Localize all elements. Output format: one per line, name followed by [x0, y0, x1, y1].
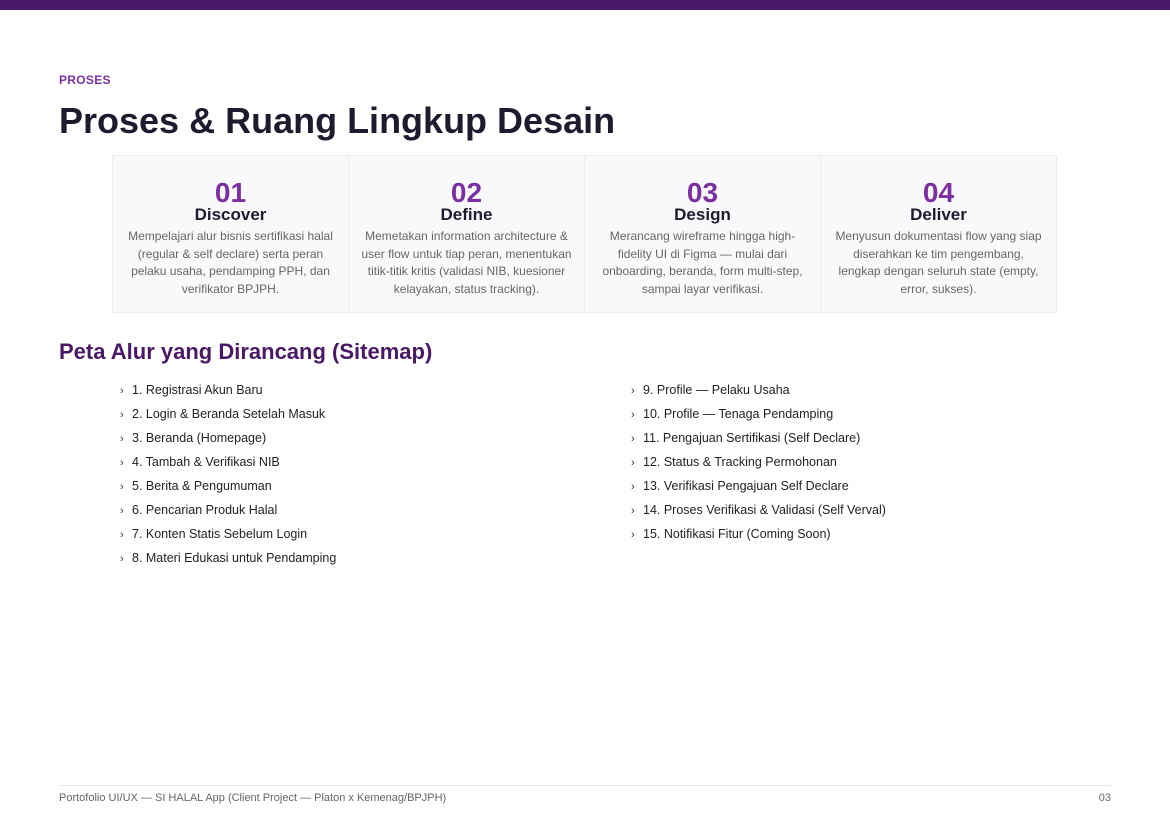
sitemap-item: › 3. Beranda (Homepage) — [120, 427, 336, 451]
step-card-discover: 01 Discover Mempelajari alur bisnis sert… — [113, 156, 349, 312]
section-eyebrow: PROSES — [59, 73, 111, 87]
step-card-design: 03 Design Merancang wireframe hingga hig… — [585, 156, 821, 312]
step-number: 03 — [686, 177, 719, 208]
chevron-right-icon: › — [120, 433, 124, 445]
chevron-right-icon: › — [120, 505, 124, 517]
chevron-right-icon: › — [631, 385, 635, 397]
step-description: Merancang wireframe hingga high-fidelity… — [602, 229, 803, 296]
chevron-right-icon: › — [120, 385, 124, 397]
sitemap-item-label: 7. Konten Statis Sebelum Login — [132, 527, 308, 541]
step-title: Deliver — [910, 205, 967, 224]
footer-divider — [59, 785, 1111, 786]
step-number: 04 — [922, 177, 955, 208]
chevron-right-icon: › — [631, 505, 635, 517]
sitemap-item: › 13. Verifikasi Pengajuan Self Declare — [631, 475, 886, 499]
sitemap-item-label: 13. Verifikasi Pengajuan Self Declare — [643, 479, 849, 493]
footer-caption: Portofolio UI/UX — SI HALAL App (Client … — [59, 792, 447, 804]
sitemap-item-label: 15. Notifikasi Fitur (Coming Soon) — [643, 527, 831, 541]
sitemap-list-left: › 1. Registrasi Akun Baru › 2. Login & Ber… — [120, 379, 336, 571]
sitemap-item: › 6. Pencarian Produk Halal — [120, 499, 336, 523]
page-number: 03 — [1098, 792, 1111, 804]
sitemap-item: › 1. Registrasi Akun Baru — [120, 379, 336, 403]
step-title: Design — [674, 205, 731, 224]
step-description: Memetakan information architecture & use… — [361, 229, 572, 296]
step-description: Menyusun dokumentasi flow yang siap dise… — [835, 229, 1042, 296]
chevron-right-icon: › — [631, 409, 635, 421]
chevron-right-icon: › — [120, 457, 124, 469]
sitemap-item: › 10. Profile — Tenaga Pendamping — [631, 403, 886, 427]
chevron-right-icon: › — [120, 481, 124, 493]
chevron-right-icon: › — [631, 481, 635, 493]
chevron-right-icon: › — [631, 457, 635, 469]
sitemap-item: › 8. Materi Edukasi untuk Pendamping — [120, 547, 336, 571]
sitemap-item: › 11. Pengajuan Sertifikasi (Self Declare… — [631, 427, 886, 451]
sitemap-item-label: 8. Materi Edukasi untuk Pendamping — [132, 551, 337, 565]
step-title: Define — [440, 205, 493, 224]
sitemap-item-label: 1. Registrasi Akun Baru — [132, 383, 263, 397]
sitemap-item-label: 4. Tambah & Verifikasi NIB — [132, 455, 280, 469]
sitemap-item: › 2. Login & Beranda Setelah Masuk — [120, 403, 336, 427]
sitemap-item: › 4. Tambah & Verifikasi NIB — [120, 451, 336, 475]
step-number: 01 — [214, 177, 247, 208]
sitemap-item: › 7. Konten Statis Sebelum Login — [120, 523, 336, 547]
sitemap-item: › 15. Notifikasi Fitur (Coming Soon) — [631, 523, 886, 547]
sitemap-list-right: › 9. Profile — Pelaku Usaha › 10. Profile … — [631, 379, 886, 547]
chevron-right-icon: › — [631, 433, 635, 445]
sitemap-item-label: 9. Profile — Pelaku Usaha — [643, 383, 790, 397]
sitemap-title: Peta Alur yang Dirancang (Sitemap) — [59, 339, 433, 364]
chevron-right-icon: › — [120, 529, 124, 541]
process-steps: 01 Discover Mempelajari alur bisnis sert… — [112, 155, 1057, 313]
sitemap-item-label: 14. Proses Verifikasi & Validasi (Self V… — [643, 503, 886, 517]
step-title: Discover — [194, 205, 267, 224]
chevron-right-icon: › — [631, 529, 635, 541]
page-title: Proses & Ruang Lingkup Desain — [59, 100, 616, 141]
sitemap-item-label: 10. Profile — Tenaga Pendamping — [643, 407, 834, 421]
top-accent-bar — [0, 0, 1170, 10]
step-card-define: 02 Define Memetakan information architec… — [349, 156, 585, 312]
sitemap-item-label: 5. Berita & Pengumuman — [132, 479, 272, 493]
sitemap-item: › 12. Status & Tracking Permohonan — [631, 451, 886, 475]
sitemap-item: › 5. Berita & Pengumuman — [120, 475, 336, 499]
chevron-right-icon: › — [120, 409, 124, 421]
sitemap-item-label: 2. Login & Beranda Setelah Masuk — [132, 407, 326, 421]
sitemap-item-label: 3. Beranda (Homepage) — [132, 431, 267, 445]
step-card-deliver: 04 Deliver Menyusun dokumentasi flow yan… — [821, 156, 1056, 312]
chevron-right-icon: › — [120, 553, 124, 565]
sitemap-item-label: 6. Pencarian Produk Halal — [132, 503, 278, 517]
sitemap-item: › 14. Proses Verifikasi & Validasi (Self … — [631, 499, 886, 523]
sitemap-item-label: 12. Status & Tracking Permohonan — [643, 455, 837, 469]
sitemap-item: › 9. Profile — Pelaku Usaha — [631, 379, 886, 403]
step-number: 02 — [450, 177, 483, 208]
step-description: Mempelajari alur bisnis sertifikasi hala… — [128, 229, 333, 296]
sitemap-item-label: 11. Pengajuan Sertifikasi (Self Declare) — [643, 431, 861, 445]
